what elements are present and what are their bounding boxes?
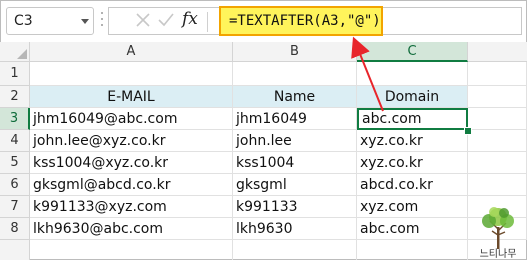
annotation-arrow-icon — [351, 36, 384, 112]
tree-logo-icon: 느티나무 — [480, 207, 517, 259]
svg-text:느티나무: 느티나무 — [480, 248, 517, 259]
